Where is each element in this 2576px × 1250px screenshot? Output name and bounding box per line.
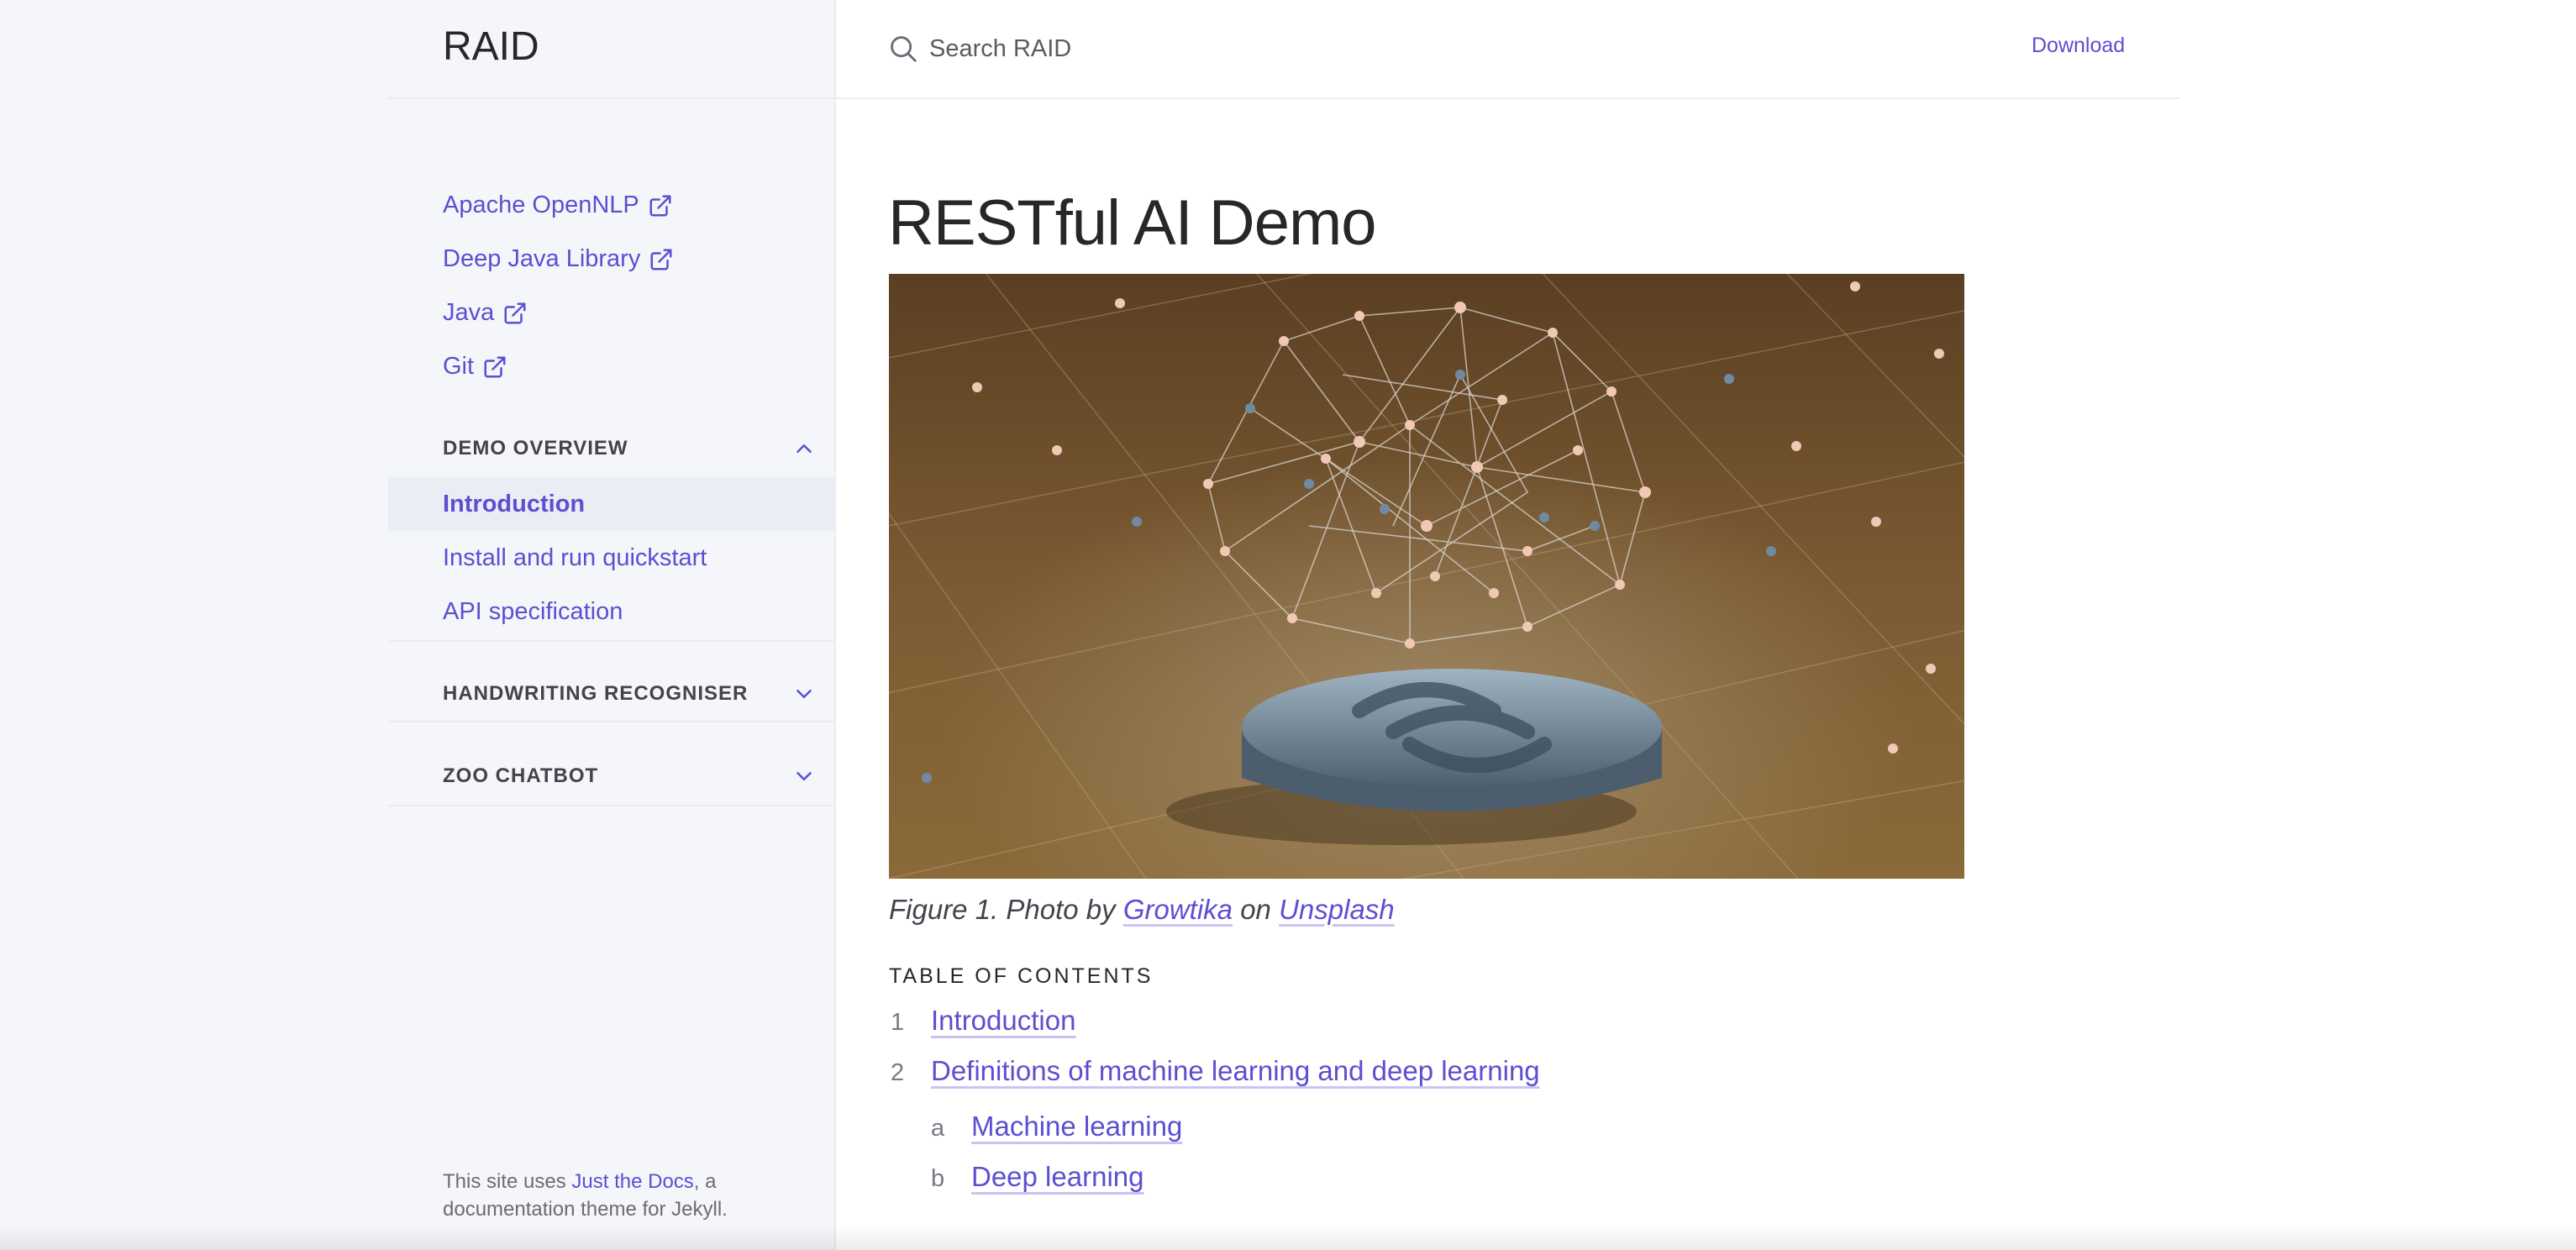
- caption-middle: on: [1233, 894, 1280, 925]
- sidebar-item-label: Introduction: [443, 490, 586, 517]
- toc-number: a: [931, 1115, 945, 1142]
- ai-network-illustration: [889, 274, 1964, 879]
- toc-item-deep-learning: b Deep learning: [931, 1161, 1143, 1193]
- sidebar-item-api-specification[interactable]: API specification: [388, 585, 835, 638]
- download-link[interactable]: Download: [2032, 34, 2125, 58]
- footer-prefix: This site uses: [443, 1170, 572, 1193]
- chevron-up-icon[interactable]: [791, 436, 817, 461]
- sidebar-link-java[interactable]: Java: [443, 299, 528, 327]
- sidebar-link-label: Apache OpenNLP: [443, 192, 639, 218]
- chevron-down-icon[interactable]: [791, 764, 817, 789]
- toc-number: 2: [891, 1059, 905, 1086]
- chevron-down-icon[interactable]: [791, 681, 817, 706]
- sidebar-footer: This site uses Just the Docs, a document…: [443, 1168, 796, 1223]
- search-icon: [891, 36, 917, 62]
- section-divider: [388, 805, 835, 806]
- figure-caption: Figure 1. Photo by Growtika on Unsplash: [889, 894, 1395, 926]
- section-divider: [388, 721, 835, 722]
- search-input[interactable]: [929, 34, 1433, 63]
- site-title[interactable]: RAID: [443, 24, 539, 70]
- search-bar[interactable]: [887, 30, 1433, 67]
- sidebar-item-install-quickstart[interactable]: Install and run quickstart: [388, 531, 835, 585]
- sidebar-link-label: Deep Java Library: [443, 245, 641, 272]
- sidebar-link-label: Java: [443, 299, 495, 326]
- just-the-docs-link[interactable]: Just the Docs: [571, 1170, 693, 1193]
- section-divider: [388, 640, 835, 642]
- toc-item-machine-learning: a Machine learning: [931, 1111, 1182, 1142]
- external-link-icon: [484, 356, 506, 377]
- toc-number: 1: [891, 1009, 905, 1036]
- section-title: ZOO CHATBOT: [443, 764, 599, 787]
- external-link-icon: [649, 195, 671, 216]
- sidebar-section-zoo-chatbot[interactable]: ZOO CHATBOT: [388, 749, 835, 803]
- header-divider: [835, 97, 2179, 99]
- toc-link[interactable]: Deep learning: [971, 1161, 1143, 1193]
- sidebar-item-label: Install and run quickstart: [443, 544, 707, 571]
- section-title: HANDWRITING RECOGNISER: [443, 682, 749, 705]
- page-title: RESTful AI Demo: [888, 187, 1377, 259]
- toc-item-definitions: 2 Definitions of machine learning and de…: [891, 1055, 1540, 1087]
- toc-heading: TABLE OF CONTENTS: [889, 964, 1154, 988]
- unsplash-link[interactable]: Unsplash: [1279, 894, 1395, 925]
- caption-prefix: Figure 1. Photo by: [889, 894, 1123, 925]
- external-link-icon: [650, 249, 672, 270]
- sidebar-link-apache-opennlp[interactable]: Apache OpenNLP: [443, 192, 673, 219]
- toc-link[interactable]: Definitions of machine learning and deep…: [931, 1055, 1540, 1087]
- sidebar-link-deep-java-library[interactable]: Deep Java Library: [443, 245, 674, 273]
- toc-number: b: [931, 1165, 945, 1192]
- sidebar-header-divider: [388, 97, 835, 99]
- sidebar-item-label: API specification: [443, 597, 623, 625]
- sidebar-section-demo-overview[interactable]: DEMO OVERVIEW: [388, 422, 835, 475]
- toc-link[interactable]: Machine learning: [971, 1111, 1182, 1142]
- sidebar-item-introduction[interactable]: Introduction: [388, 477, 835, 531]
- page: RAID Apache OpenNLP Deep Java Library Ja…: [0, 0, 2576, 1250]
- section-title: DEMO OVERVIEW: [443, 437, 628, 460]
- hero-image: [889, 274, 1964, 879]
- toc-link[interactable]: Introduction: [931, 1005, 1075, 1037]
- sidebar-section-handwriting-recogniser[interactable]: HANDWRITING RECOGNISER: [388, 667, 835, 721]
- sidebar-link-label: Git: [443, 353, 475, 380]
- external-link-icon: [504, 302, 526, 323]
- toc-item-introduction: 1 Introduction: [891, 1005, 1075, 1037]
- sidebar-link-git[interactable]: Git: [443, 353, 507, 381]
- author-link[interactable]: Growtika: [1123, 894, 1233, 925]
- bottom-shadow: [0, 1225, 2576, 1250]
